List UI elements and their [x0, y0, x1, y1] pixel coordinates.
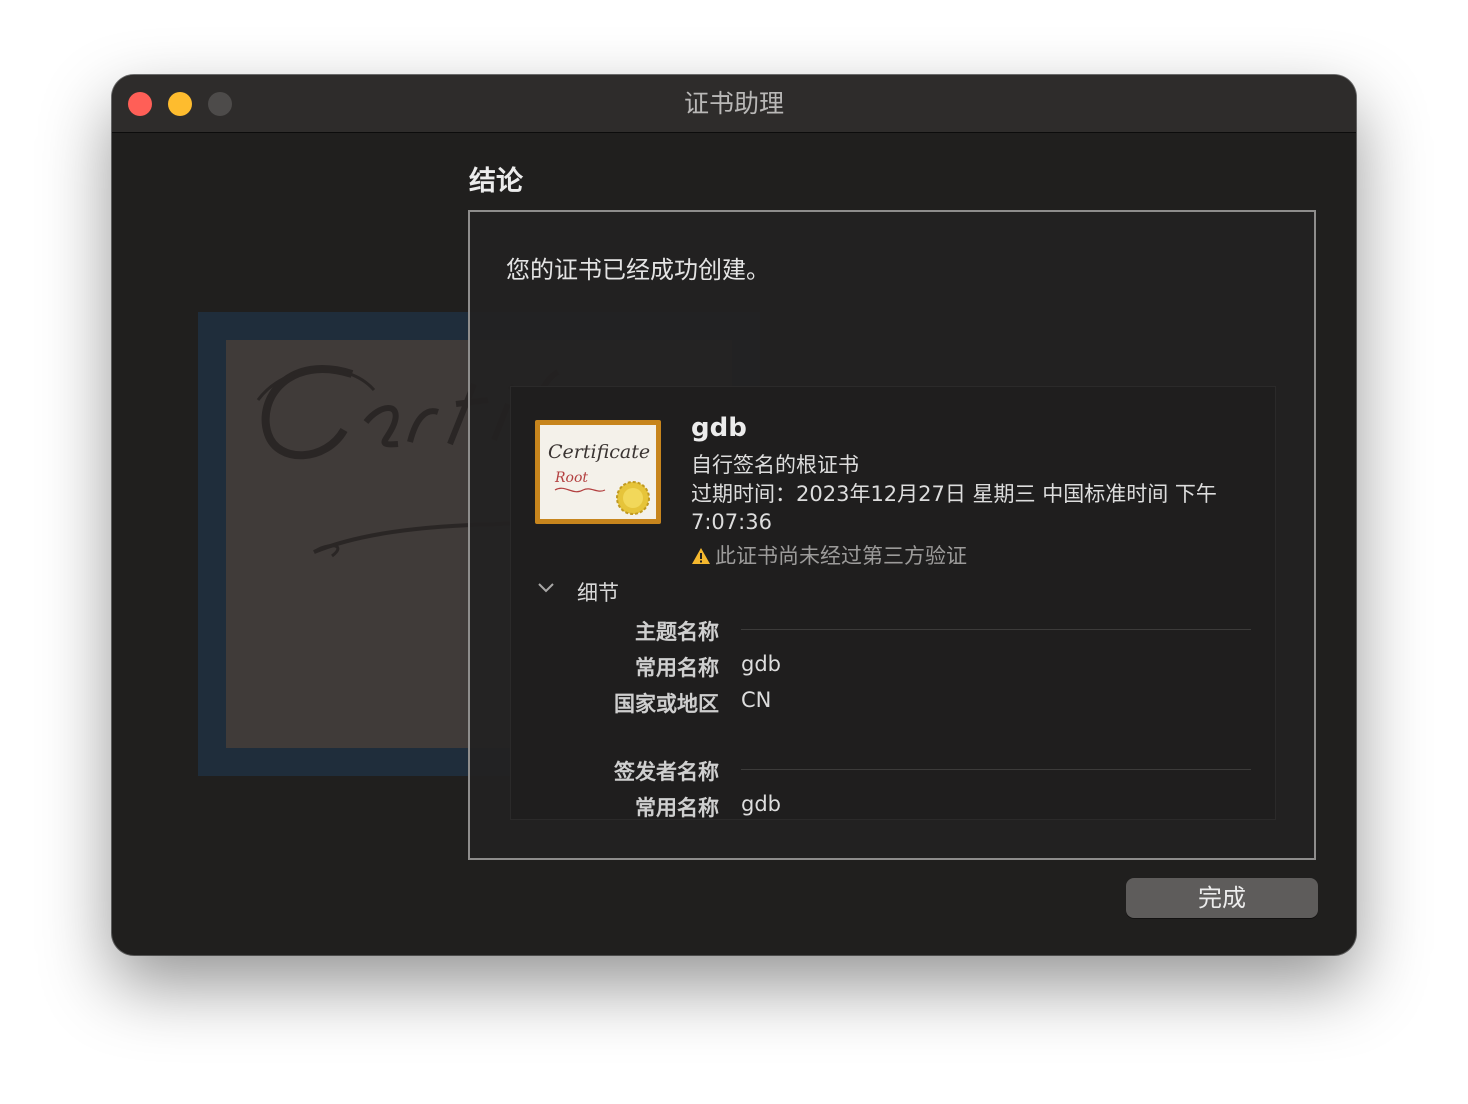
- subject-country-label: 国家或地区: [614, 692, 719, 716]
- subject-common-name-value: gdb: [741, 652, 781, 676]
- subject-common-name-label: 常用名称: [635, 656, 719, 680]
- issuer-common-name-value: gdb: [741, 792, 781, 816]
- certificate-warning-text: 此证书尚未经过第三方验证: [715, 544, 967, 568]
- section-heading: 结论: [469, 166, 523, 197]
- issuer-name-heading: 签发者名称: [614, 760, 719, 784]
- done-button[interactable]: 完成: [1126, 878, 1318, 918]
- success-message: 您的证书已经成功创建。: [506, 256, 770, 284]
- details-label: 细节: [577, 581, 619, 605]
- subject-country-value: CN: [741, 688, 772, 712]
- certificate-assistant-window: 证书助理 结论 您的证书已经成功创建。 Certificate Root gdb…: [112, 75, 1356, 955]
- certificate-icon-subtitle: Root: [554, 470, 588, 486]
- seal-icon: [616, 481, 650, 515]
- certificate-card: Certificate Root gdb 自行签名的根证书 过期时间：2023年…: [510, 386, 1276, 820]
- issuer-name-divider: [741, 769, 1251, 770]
- window-title: 证书助理: [683, 89, 784, 118]
- warning-icon: [692, 548, 710, 564]
- issuer-common-name-label: 常用名称: [635, 796, 719, 820]
- certificate-expiry: 过期时间：2023年12月27日 星期三 中国标准时间 下午7:07:36: [691, 482, 1217, 534]
- certificate-warning: 此证书尚未经过第三方验证: [691, 540, 967, 570]
- certificate-icon-title: Certificate: [548, 441, 650, 463]
- result-panel: 您的证书已经成功创建。 Certificate Root gdb 自行签名的根证…: [468, 210, 1316, 860]
- certificate-type: 自行签名的根证书: [691, 453, 859, 477]
- title-bar: 证书助理: [112, 75, 1356, 133]
- certificate-icon: Certificate Root: [535, 420, 661, 524]
- chevron-down-icon: [538, 583, 554, 593]
- subject-name-heading: 主题名称: [635, 620, 719, 644]
- certificate-name: gdb: [691, 413, 747, 443]
- subject-name-divider: [741, 629, 1251, 630]
